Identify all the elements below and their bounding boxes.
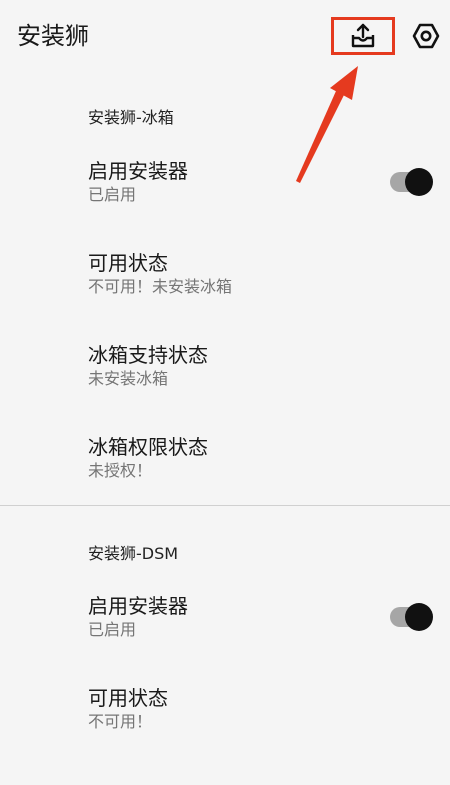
list-item-availability[interactable]: 可用状态 不可用！	[0, 685, 450, 777]
export-button[interactable]	[331, 17, 395, 55]
item-subtitle: 未授权！	[88, 461, 153, 480]
list-item-availability[interactable]: 可用状态 不可用！未安装冰箱	[0, 250, 450, 342]
item-title: 可用状态	[88, 251, 168, 275]
list-item-enable-installer[interactable]: 启用安装器 已启用	[0, 593, 450, 685]
item-title: 冰箱支持状态	[88, 343, 208, 367]
item-subtitle: 未安装冰箱	[88, 369, 169, 388]
section-divider	[0, 505, 450, 506]
section-header-fridge: 安装狮-冰箱	[88, 108, 174, 127]
app-title: 安装狮	[17, 22, 89, 50]
toggle-thumb	[405, 168, 433, 196]
settings-button[interactable]	[404, 16, 448, 56]
list-item-fridge-support[interactable]: 冰箱支持状态 未安装冰箱	[0, 342, 450, 434]
export-upload-icon	[351, 23, 375, 48]
item-title: 冰箱权限状态	[88, 435, 208, 459]
item-title: 可用状态	[88, 686, 168, 710]
enable-installer-toggle[interactable]	[390, 168, 433, 196]
toggle-thumb	[405, 603, 433, 631]
list-item-enable-installer[interactable]: 启用安装器 已启用	[0, 158, 450, 250]
item-subtitle: 不可用！	[88, 712, 153, 731]
item-title: 启用安装器	[88, 594, 188, 618]
section-header-dsm: 安装狮-DSM	[88, 544, 179, 563]
item-subtitle: 已启用	[88, 185, 137, 204]
item-subtitle: 已启用	[88, 620, 137, 639]
item-subtitle: 不可用！未安装冰箱	[88, 277, 233, 296]
item-title: 启用安装器	[88, 159, 188, 183]
app-bar: 安装狮	[0, 0, 450, 72]
list-item-fridge-permission[interactable]: 冰箱权限状态 未授权！	[0, 434, 450, 526]
enable-installer-toggle[interactable]	[390, 603, 433, 631]
settings-hexagon-icon	[412, 23, 440, 49]
